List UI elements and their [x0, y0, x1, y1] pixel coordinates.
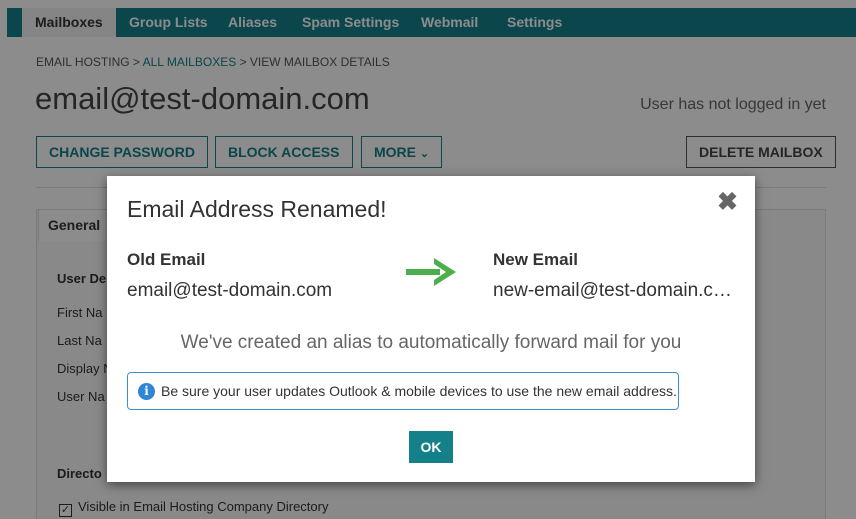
dialog-title: Email Address Renamed!: [127, 196, 387, 222]
new-email-value: new-email@test-domain.com: [493, 280, 733, 301]
info-alert-text: Be sure your user updates Outlook & mobi…: [161, 383, 677, 399]
ok-button[interactable]: OK: [409, 431, 453, 463]
old-email-value: email@test-domain.com: [127, 280, 333, 301]
old-email-heading: Old Email: [127, 250, 206, 269]
info-icon: i: [138, 383, 155, 400]
new-email-heading: New Email: [493, 250, 579, 269]
close-icon[interactable]: ✖: [717, 190, 738, 215]
forward-alias-message: We've created an alias to automatically …: [180, 332, 682, 353]
email-renamed-dialog: Email Address Renamed! ✖ Old Email email…: [107, 176, 755, 482]
info-alert: i Be sure your user updates Outlook & mo…: [127, 372, 679, 410]
arrow-right-icon: [406, 258, 456, 286]
